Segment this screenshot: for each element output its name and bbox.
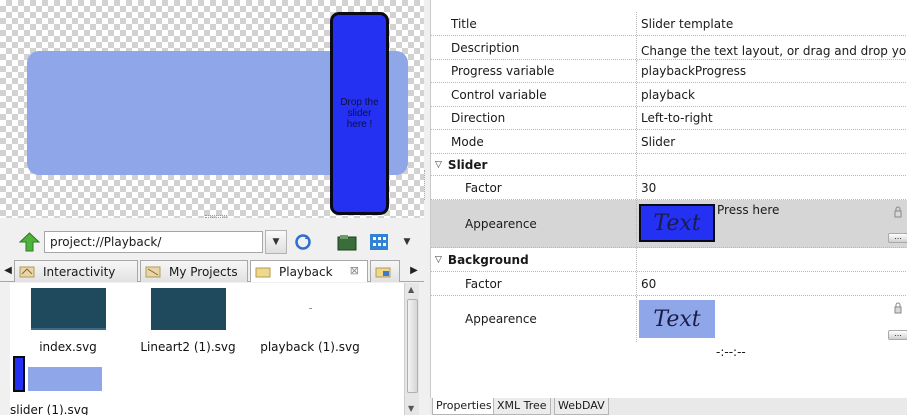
- properties-panel: Title Slider template Description Change…: [430, 0, 907, 398]
- view-mode-button[interactable]: [368, 230, 390, 254]
- scroll-down-icon[interactable]: ▼: [408, 404, 414, 413]
- property-key: Factor: [465, 276, 502, 291]
- tab-label: My Projects: [169, 264, 238, 279]
- slider-appearance-preview[interactable]: Text: [639, 204, 715, 242]
- property-row-slider-factor[interactable]: Factor 30: [431, 176, 907, 200]
- property-key: Mode: [451, 134, 484, 149]
- file-browser: index.svg Lineart2 (1).svg playback (1).…: [10, 283, 406, 415]
- collapse-triangle-icon[interactable]: ▽: [435, 160, 442, 170]
- folder-icon: [337, 235, 357, 251]
- path-toolbar: project://Playback/ ▼ ▼: [0, 225, 424, 257]
- property-value[interactable]: Slider: [640, 130, 907, 153]
- refresh-button[interactable]: [292, 230, 314, 254]
- property-row-description[interactable]: Description Change the text layout, or d…: [431, 36, 907, 60]
- property-value[interactable]: playback: [640, 83, 907, 106]
- background-appearance-more-button[interactable]: ...: [888, 330, 907, 340]
- property-value[interactable]: playbackProgress: [640, 60, 907, 82]
- file-thumbnail: [30, 288, 106, 330]
- property-key: Control variable: [451, 87, 547, 102]
- tab-playback[interactable]: Playback ⊠: [250, 260, 368, 282]
- property-key: Factor: [465, 180, 502, 195]
- projects-icon: [145, 266, 161, 277]
- lock-icon[interactable]: [894, 302, 902, 314]
- property-row-direction[interactable]: Direction Left-to-right: [431, 107, 907, 130]
- property-key: Progress variable: [451, 64, 555, 78]
- menu-dropdown-icon: ▼: [403, 237, 411, 247]
- property-group-background[interactable]: ▽ Background: [431, 248, 907, 272]
- interactivity-icon: [19, 266, 35, 277]
- up-arrow-icon[interactable]: [19, 232, 40, 252]
- group-label: Background: [447, 252, 529, 267]
- slider-appearance-more-button[interactable]: ...: [888, 233, 907, 243]
- file-thumbnail: [273, 288, 348, 330]
- file-name: index.svg: [39, 340, 97, 354]
- folder-icon: [375, 267, 391, 277]
- refresh-icon: [295, 234, 311, 250]
- view-menu-button[interactable]: ▼: [398, 230, 416, 254]
- lock-icon[interactable]: [894, 206, 902, 218]
- time-display: -:--:--: [716, 345, 746, 359]
- tab-webdav[interactable]: WebDAV: [554, 398, 609, 415]
- path-input[interactable]: project://Playback/: [44, 231, 263, 253]
- folder-icon: [255, 267, 271, 277]
- scrollbar-thumb[interactable]: [407, 299, 418, 393]
- scroll-up-icon[interactable]: ▲: [408, 285, 414, 294]
- file-name: playback (1).svg: [260, 340, 360, 354]
- property-key: Direction: [451, 111, 506, 125]
- property-row-title[interactable]: Title Slider template: [431, 12, 907, 36]
- file-item[interactable]: playback (1).svg: [250, 288, 370, 354]
- tab-label: Playback: [279, 264, 333, 279]
- collapse-triangle-icon[interactable]: ▽: [435, 255, 442, 265]
- property-row-slider-appearance[interactable]: Appearence Text Press here ...: [431, 200, 907, 248]
- file-browser-scrollbar[interactable]: ▲ ▼: [404, 283, 419, 415]
- view-grid-icon: [370, 234, 388, 250]
- property-row-background-factor[interactable]: Factor 60: [431, 272, 907, 296]
- background-appearance-preview[interactable]: Text: [639, 300, 715, 338]
- file-item[interactable]: slider (1).svg: [10, 356, 102, 415]
- open-folder-button[interactable]: [336, 230, 358, 254]
- property-row-control-variable[interactable]: Control variable playback: [431, 83, 907, 107]
- file-name: Lineart2 (1).svg: [140, 340, 236, 354]
- tab-interactivity[interactable]: Interactivity: [14, 260, 138, 282]
- file-name: slider (1).svg: [10, 403, 89, 415]
- group-label: Slider: [447, 157, 488, 172]
- property-key: Appearence: [465, 216, 537, 231]
- property-key: Description: [451, 40, 520, 55]
- horizontal-splitter-handle[interactable]: [205, 215, 227, 218]
- tab-properties[interactable]: Properties: [432, 398, 496, 415]
- property-row-mode[interactable]: Mode Slider: [431, 130, 907, 154]
- dropdown-icon: ▼: [272, 237, 280, 247]
- property-key: Title: [451, 16, 477, 31]
- panel-tabs: Properties XML Tree WebDAV: [430, 398, 907, 415]
- property-value[interactable]: 30: [640, 176, 907, 199]
- property-row-progress-variable[interactable]: Progress variable playbackProgress: [431, 60, 907, 83]
- file-item[interactable]: Lineart2 (1).svg: [130, 288, 246, 354]
- vertical-splitter-handle[interactable]: [424, 170, 427, 200]
- property-value[interactable]: Slider template: [640, 12, 907, 35]
- slider-preview-canvas[interactable]: Drop the slider here !: [0, 0, 424, 218]
- tabs-scroll-left-icon[interactable]: ◀: [2, 262, 14, 278]
- close-tab-icon[interactable]: ⊠: [350, 261, 359, 281]
- property-value[interactable]: Change the text layout, or drag and drop…: [640, 36, 907, 59]
- property-key: Appearence: [465, 312, 537, 326]
- slider-drop-zone[interactable]: Drop the slider here !: [330, 12, 389, 215]
- property-group-slider[interactable]: ▽ Slider: [431, 154, 907, 176]
- tab-overflow[interactable]: [370, 260, 400, 282]
- property-value[interactable]: Left-to-right: [640, 107, 907, 129]
- path-dropdown-button[interactable]: ▼: [265, 230, 287, 254]
- tab-my-projects[interactable]: My Projects: [140, 260, 248, 282]
- press-here-label: Press here: [717, 203, 780, 217]
- location-tabs: ◀ Interactivity My Projects Playback ⊠ ▶: [0, 258, 424, 282]
- tab-xml-tree[interactable]: XML Tree: [493, 398, 551, 415]
- tabs-scroll-right-icon[interactable]: ▶: [408, 262, 420, 278]
- property-row-background-appearance[interactable]: Appearence Text ...: [431, 296, 907, 342]
- property-value[interactable]: 60: [640, 272, 907, 295]
- file-thumbnail: [10, 356, 102, 396]
- file-item[interactable]: index.svg: [10, 288, 126, 354]
- file-thumbnail: [150, 288, 226, 330]
- tab-label: Interactivity: [43, 264, 116, 279]
